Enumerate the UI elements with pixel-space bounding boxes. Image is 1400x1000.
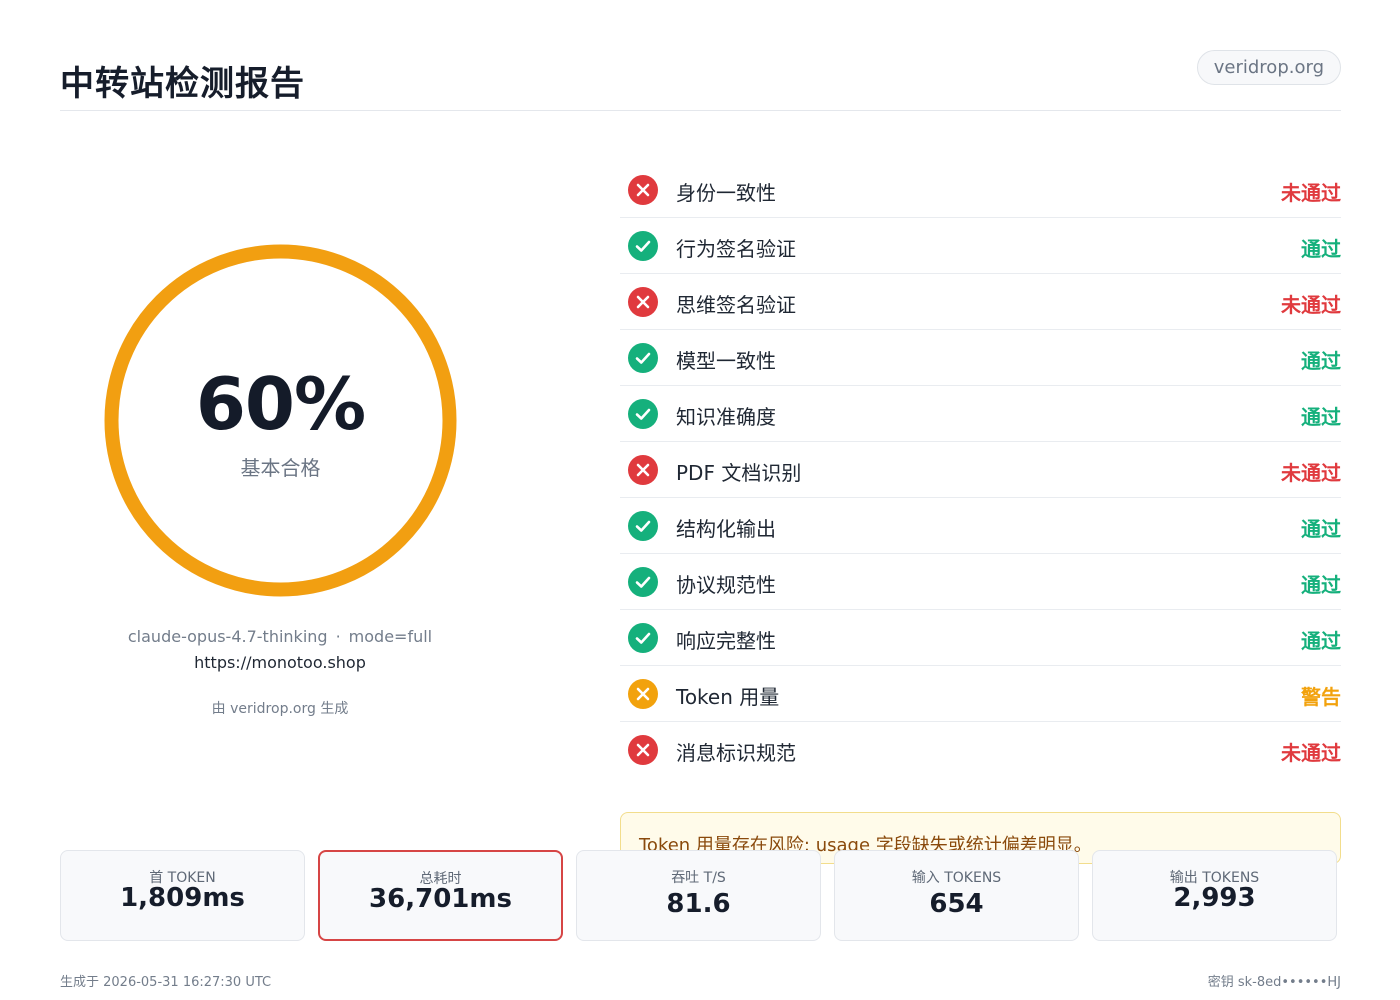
check-status: 未通过 <box>1281 741 1341 765</box>
check-circle-icon <box>628 567 658 597</box>
check-circle-icon <box>628 343 658 373</box>
cross-circle-icon <box>628 287 658 317</box>
generated-by: 由 veridrop.org 生成 <box>211 701 349 717</box>
check-row: 消息标识规范 未通过 <box>620 722 1341 778</box>
check-label: 模型一致性 <box>676 349 776 373</box>
check-circle-icon <box>628 399 658 429</box>
check-status: 通过 <box>1301 237 1341 261</box>
model-name: claude-opus-4.7-thinking <box>127 627 328 646</box>
check-status: 通过 <box>1301 629 1341 653</box>
check-row: 行为签名验证 通过 <box>620 218 1341 274</box>
cross-circle-icon <box>628 175 658 205</box>
score-percent: 60% <box>195 362 366 446</box>
check-row: 结构化输出 通过 <box>620 498 1341 554</box>
score-ring: 60% 基本合格 <box>104 244 457 597</box>
check-status: 警告 <box>1301 685 1341 709</box>
check-circle-icon <box>628 511 658 541</box>
stat-card-input-tokens: 输入 TOKENS 654 <box>834 850 1079 941</box>
check-label: 行为签名验证 <box>676 237 796 261</box>
stat-label: 输入 TOKENS <box>911 870 1002 886</box>
cross-circle-icon <box>628 455 658 485</box>
stat-value: 654 <box>929 889 984 919</box>
page-title: 中转站检测报告 <box>60 64 305 104</box>
model-info: claude-opus-4.7-thinking · mode=full <box>60 627 500 646</box>
check-label: 消息标识规范 <box>676 741 796 765</box>
stats-row: 首 TOKEN 1,809ms 总耗时 36,701ms 吞吐 T/S 81.6… <box>60 850 1341 941</box>
stat-value: 2,993 <box>1173 883 1256 913</box>
check-circle-icon <box>628 231 658 261</box>
check-label: PDF 文档识别 <box>676 461 802 485</box>
generated-timestamp: 生成于 2026-05-31 16:27:30 UTC <box>60 975 272 990</box>
domain-badge[interactable]: veridrop.org <box>1196 50 1341 85</box>
check-row: 思维签名验证 未通过 <box>620 274 1341 330</box>
check-status: 未通过 <box>1281 181 1341 205</box>
check-status: 通过 <box>1301 405 1341 429</box>
check-row: 知识准确度 通过 <box>620 386 1341 442</box>
stat-label: 吞吐 T/S <box>671 870 726 886</box>
check-status: 通过 <box>1301 573 1341 597</box>
check-label: 结构化输出 <box>676 517 776 541</box>
mode-label: mode=full <box>348 627 433 646</box>
check-row: PDF 文档识别 未通过 <box>620 442 1341 498</box>
check-row: 身份一致性 未通过 <box>620 162 1341 218</box>
check-label: 响应完整性 <box>676 629 776 653</box>
meta-separator: · <box>335 627 341 646</box>
check-list: 身份一致性 未通过 行为签名验证 通过 思维签名验证 未通过 模型一致性 通过 知识准确度 通过 P… <box>620 162 1341 778</box>
check-status: 未通过 <box>1281 293 1341 317</box>
stat-card-total-time: 总耗时 36,701ms <box>318 850 563 941</box>
check-circle-icon <box>628 623 658 653</box>
check-label: 知识准确度 <box>676 405 776 429</box>
stat-card-output-tokens: 输出 TOKENS 2,993 <box>1092 850 1337 941</box>
api-key-masked: 密钥 sk-8ed••••••HJ <box>1207 975 1341 990</box>
stat-value: 36,701ms <box>369 884 512 914</box>
report-header: 中转站检测报告 veridrop.org <box>60 50 1341 111</box>
check-row: 响应完整性 通过 <box>620 610 1341 666</box>
score-grade: 基本合格 <box>240 456 321 480</box>
check-label: Token 用量 <box>676 685 780 709</box>
check-status: 通过 <box>1301 517 1341 541</box>
check-label: 思维签名验证 <box>676 293 796 317</box>
warning-cross-circle-icon <box>628 679 658 709</box>
cross-circle-icon <box>628 735 658 765</box>
stat-card-first-token: 首 TOKEN 1,809ms <box>60 850 305 941</box>
check-status: 未通过 <box>1281 461 1341 485</box>
check-row: Token 用量 警告 <box>620 666 1341 722</box>
check-row: 协议规范性 通过 <box>620 554 1341 610</box>
check-status: 通过 <box>1301 349 1341 373</box>
stat-card-throughput: 吞吐 T/S 81.6 <box>576 850 821 941</box>
check-row: 模型一致性 通过 <box>620 330 1341 386</box>
stat-value: 1,809ms <box>120 883 245 913</box>
check-label: 身份一致性 <box>676 181 776 205</box>
stat-value: 81.6 <box>666 889 731 919</box>
endpoint-url[interactable]: https://monotoo.shop <box>60 653 500 672</box>
check-label: 协议规范性 <box>676 573 776 597</box>
